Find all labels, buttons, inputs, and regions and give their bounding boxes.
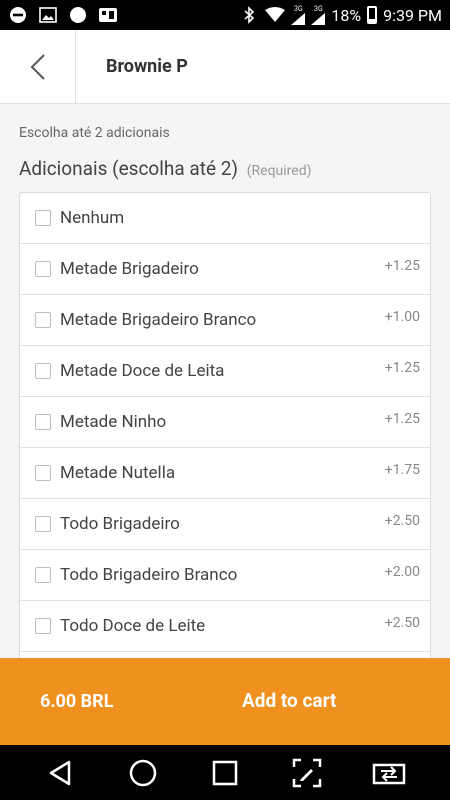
clock: 9:39 PM bbox=[383, 5, 442, 25]
network-3g-label-2: 3G bbox=[314, 4, 323, 13]
options-content[interactable]: Escolha até 2 adicionais Adicionais (esc… bbox=[0, 104, 450, 658]
dual-window-button[interactable] bbox=[369, 753, 409, 793]
circle-home-icon bbox=[129, 759, 157, 786]
do-not-disturb-icon bbox=[8, 5, 28, 25]
add-to-cart-bar[interactable]: 6.00 BRL Add to cart bbox=[0, 658, 450, 745]
option-price: +1.25 bbox=[384, 411, 420, 427]
option-checkbox[interactable] bbox=[35, 363, 51, 379]
option-row[interactable]: Todo Brigadeiro +2.50 bbox=[20, 499, 430, 550]
chevron-left-icon bbox=[30, 54, 45, 80]
switch-window-icon bbox=[372, 763, 406, 784]
option-price: +1.75 bbox=[384, 462, 420, 478]
required-label: (Required) bbox=[246, 163, 312, 179]
capture-edit-icon bbox=[292, 758, 322, 787]
option-price: +2.00 bbox=[384, 564, 420, 580]
option-row[interactable]: Metade Ninho +1.25 bbox=[20, 397, 430, 448]
network-3g-indicator-2: 3G bbox=[311, 4, 326, 25]
option-label: Metade Ninho bbox=[60, 412, 167, 432]
option-checkbox[interactable] bbox=[35, 261, 51, 277]
status-bar: 3G 3G 18% 9:39 PM bbox=[0, 0, 450, 30]
home-nav-button[interactable] bbox=[123, 753, 163, 793]
option-row[interactable]: Metade Brigadeiro Branco +1.00 bbox=[20, 295, 430, 346]
option-label: Metade Nutella bbox=[60, 463, 176, 483]
wifi-icon bbox=[265, 5, 286, 25]
option-label: Todo Brigadeiro Branco bbox=[60, 565, 238, 585]
gallery-icon bbox=[38, 5, 58, 25]
option-label: Metade Brigadeiro Branco bbox=[60, 310, 257, 330]
square-recents-icon bbox=[212, 760, 238, 785]
network-3g-indicator: 3G bbox=[291, 4, 306, 25]
bluetooth-icon bbox=[239, 5, 259, 25]
triangle-back-icon bbox=[49, 760, 71, 785]
battery-percent: 18% bbox=[331, 5, 362, 25]
section-title-text: Adicionais (escolha até 2) bbox=[19, 157, 239, 180]
option-price: +1.25 bbox=[384, 258, 420, 274]
options-list: Nenhum Metade Brigadeiro +1.25 Metade Br… bbox=[19, 192, 431, 658]
section-title: Adicionais (escolha até 2) (Required) bbox=[19, 157, 311, 180]
recents-nav-button[interactable] bbox=[205, 753, 245, 793]
option-price: +1.00 bbox=[384, 309, 420, 325]
add-to-cart-button[interactable]: Add to cart bbox=[242, 689, 336, 712]
page-title: Brownie P bbox=[106, 56, 188, 77]
option-checkbox[interactable] bbox=[35, 516, 51, 532]
selection-hint: Escolha até 2 adicionais bbox=[19, 125, 170, 141]
option-label: Todo Doce de Leite bbox=[60, 616, 206, 636]
system-nav-bar bbox=[0, 745, 450, 800]
option-checkbox[interactable] bbox=[35, 414, 51, 430]
option-label: Nenhum bbox=[60, 208, 125, 228]
option-checkbox[interactable] bbox=[35, 567, 51, 583]
option-label: Todo Brigadeiro bbox=[60, 514, 180, 534]
option-checkbox[interactable] bbox=[35, 618, 51, 634]
battery-icon bbox=[367, 6, 378, 24]
screen-capture-button[interactable] bbox=[287, 753, 327, 793]
option-label: Metade Doce de Leita bbox=[60, 361, 225, 381]
app-header: Brownie P bbox=[0, 30, 450, 104]
option-price: +2.50 bbox=[384, 513, 420, 529]
option-row[interactable]: Todo Brigadeiro Branco +2.00 bbox=[20, 550, 430, 601]
option-price: +2.50 bbox=[384, 615, 420, 631]
option-row[interactable]: Metade Brigadeiro +1.25 bbox=[20, 244, 430, 295]
cart-total: 6.00 BRL bbox=[40, 691, 114, 712]
back-button[interactable] bbox=[0, 30, 76, 104]
option-row[interactable]: Todo Doce de Leite +2.50 bbox=[20, 601, 430, 652]
app-screen: 3G 3G 18% 9:39 PM Brownie P Escolha até … bbox=[0, 0, 450, 800]
option-label: Metade Brigadeiro bbox=[60, 259, 199, 279]
option-checkbox[interactable] bbox=[35, 465, 51, 481]
network-3g-label: 3G bbox=[294, 4, 303, 13]
option-checkbox[interactable] bbox=[35, 210, 51, 226]
option-price: +1.25 bbox=[384, 360, 420, 376]
option-checkbox[interactable] bbox=[35, 312, 51, 328]
option-row[interactable]: Metade Nutella +1.75 bbox=[20, 448, 430, 499]
back-nav-button[interactable] bbox=[41, 753, 81, 793]
option-row[interactable]: Metade Doce de Leita +1.25 bbox=[20, 346, 430, 397]
option-row[interactable]: Nenhum bbox=[20, 193, 430, 244]
app-notification-icon bbox=[98, 5, 118, 25]
circle-icon bbox=[68, 5, 88, 25]
